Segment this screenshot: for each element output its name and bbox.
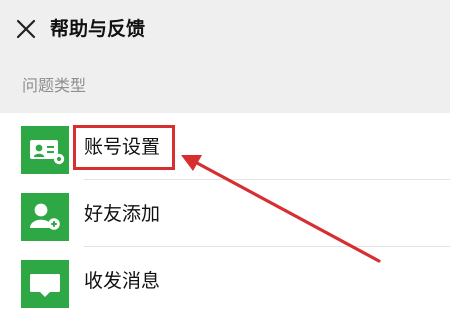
add-friends-icon-box (21, 193, 69, 241)
messages-label: 收发消息 (84, 270, 161, 292)
list-item-account-settings[interactable]: 账号设置 (0, 113, 450, 180)
account-settings-icon-box (21, 126, 69, 174)
close-icon (16, 19, 36, 39)
top-bar: 帮助与反馈 (0, 0, 450, 58)
section-header: 问题类型 (0, 58, 450, 113)
list-item-add-friends[interactable]: 好友添加 (0, 180, 450, 247)
messages-icon-box (21, 260, 69, 308)
page-title: 帮助与反馈 (50, 18, 146, 40)
section-label: 问题类型 (22, 76, 87, 95)
message-icon (30, 274, 60, 297)
annotation-highlight-box (73, 125, 175, 170)
id-card-gear-icon (30, 140, 65, 165)
user-add-icon (30, 203, 60, 230)
list-item-messages[interactable]: 收发消息 (0, 247, 450, 314)
add-friends-label: 好友添加 (84, 203, 161, 225)
issue-type-list: 账号设置 好友添加 收发消息 (0, 113, 450, 308)
close-button[interactable] (14, 17, 38, 41)
